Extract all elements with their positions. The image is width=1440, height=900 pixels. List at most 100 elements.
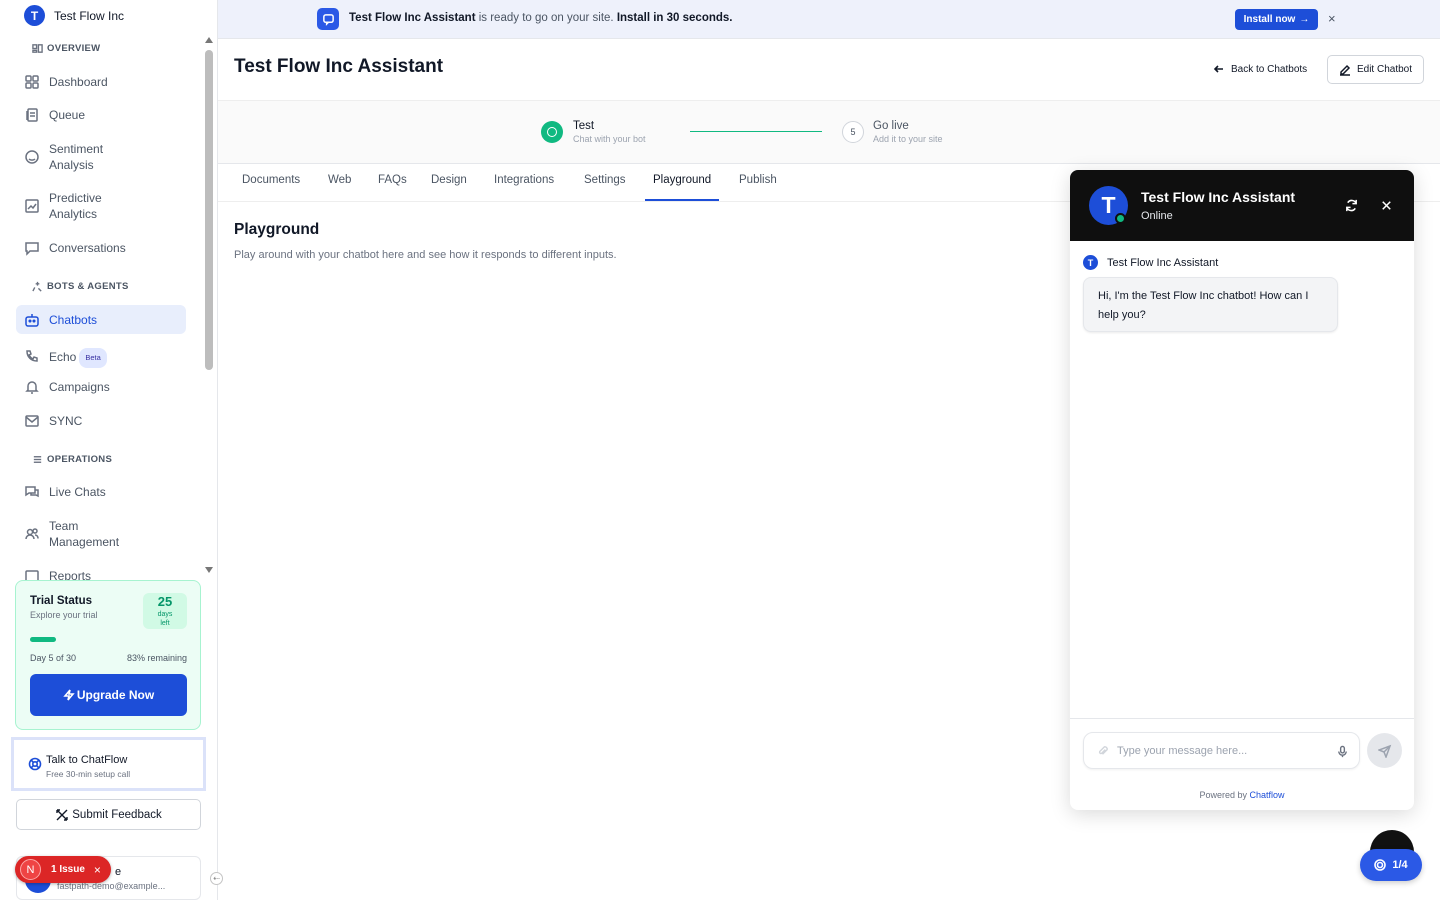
powered-by-brand[interactable]: Chatflow	[1250, 790, 1285, 800]
trial-progress-fill	[30, 637, 57, 642]
sidebar-item-echo[interactable]: Echo Beta	[16, 345, 186, 368]
playground-title: Playground	[234, 221, 320, 238]
sidebar-item-team-management[interactable]: Team Management	[16, 518, 186, 550]
trial-title: Trial Status	[30, 595, 92, 607]
message-input[interactable]	[1117, 742, 1327, 760]
banner-close-icon[interactable]: ×	[1328, 11, 1336, 26]
sparkle-icon	[32, 281, 42, 292]
section-overview: OVERVIEW	[32, 43, 100, 54]
message-input-box	[1083, 732, 1360, 769]
upgrade-button[interactable]: Upgrade Now	[30, 674, 187, 716]
sidebar-item-label: Queue	[49, 108, 86, 122]
scroll-thumb[interactable]	[205, 50, 213, 370]
sidebar-item-label: Predictive Analytics	[49, 191, 102, 221]
close-icon[interactable]	[1379, 198, 1394, 213]
sidebar-item-label: Dashboard	[49, 75, 108, 89]
queue-icon	[26, 108, 38, 122]
org-name: Test Flow Inc	[54, 8, 125, 23]
step-go-live-title: Go live	[873, 120, 909, 132]
banner-message: Test Flow Inc Assistant is ready to go o…	[349, 12, 733, 24]
trial-progress-bar	[30, 637, 187, 642]
sidebar-item-campaigns[interactable]: Campaigns	[16, 379, 186, 395]
edit-icon	[1339, 64, 1351, 76]
step-complete-icon	[541, 121, 563, 143]
chat-header: T Test Flow Inc Assistant Online	[1070, 170, 1414, 241]
bot-mini-avatar: T	[1083, 255, 1098, 270]
online-indicator	[1115, 213, 1126, 224]
attachment-icon[interactable]	[1096, 745, 1109, 758]
dashboard-icon	[25, 75, 39, 89]
tab-design[interactable]: Design	[423, 164, 475, 201]
issue-initial: N	[20, 859, 41, 880]
sentiment-icon	[25, 150, 39, 164]
sidebar-item-label: Chatbots	[49, 312, 98, 327]
tab-settings[interactable]: Settings	[576, 164, 634, 201]
send-button[interactable]	[1367, 733, 1402, 768]
bot-label: Test Flow Inc Assistant	[1107, 256, 1219, 269]
lightning-icon	[63, 689, 75, 701]
collapse-sidebar-icon[interactable]: ⇠	[210, 872, 223, 885]
bot-message-bubble: Hi, I'm the Test Flow Inc chatbot! How c…	[1083, 277, 1338, 332]
mail-icon	[25, 415, 39, 427]
tab-web[interactable]: Web	[320, 164, 359, 201]
refresh-icon[interactable]	[1344, 198, 1359, 213]
sidebar-item-sentiment-analysis[interactable]: Sentiment Analysis	[16, 141, 186, 173]
scroll-up-arrow[interactable]	[205, 37, 213, 43]
sidebar-item-label: Team Management	[49, 519, 120, 549]
playground-description: Play around with your chatbot here and s…	[234, 249, 617, 261]
org-switcher[interactable]: T Test Flow Inc	[24, 5, 124, 26]
sidebar-nav: OVERVIEW Dashboard Queue Sentiment Analys…	[0, 36, 202, 582]
trial-subtitle: Explore your trial	[30, 610, 98, 620]
edit-chatbot-button[interactable]: Edit Chatbot	[1327, 55, 1424, 84]
install-now-button[interactable]: Install now →	[1235, 9, 1318, 30]
section-bots-agents: BOTS & AGENTS	[32, 281, 129, 292]
issue-close-icon[interactable]: ×	[94, 863, 101, 877]
target-icon	[1374, 859, 1387, 871]
sidebar-item-predictive-analytics[interactable]: Predictive Analytics	[16, 190, 186, 222]
tab-integrations[interactable]: Integrations	[486, 164, 562, 201]
sidebar-item-label: Conversations	[49, 241, 126, 255]
chat-divider	[1070, 718, 1414, 719]
sidebar-item-dashboard[interactable]: Dashboard	[16, 74, 186, 90]
bell-icon	[25, 381, 39, 394]
sidebar-item-label: SYNC	[49, 414, 83, 428]
step-number: 5	[842, 121, 864, 143]
arrow-right-icon: →	[1299, 14, 1310, 25]
scroll-down-arrow[interactable]	[205, 567, 213, 573]
sidebar-item-label: Sentiment Analysis	[49, 142, 104, 172]
talk-subtitle: Free 30-min setup call	[46, 769, 131, 779]
tab-playground[interactable]: Playground	[645, 164, 720, 201]
sidebar-item-label: Echo	[49, 349, 77, 364]
chat-bot-name: Test Flow Inc Assistant	[1141, 189, 1296, 205]
issue-badge[interactable]: N 1 Issue ×	[15, 856, 111, 883]
back-to-chatbots-link[interactable]: Back to Chatbots	[1213, 63, 1307, 75]
submit-feedback-button[interactable]: Submit Feedback	[16, 799, 201, 830]
tab-faqs[interactable]: FAQs	[370, 164, 415, 201]
overview-icon	[32, 44, 43, 53]
tools-icon	[56, 808, 68, 821]
sidebar-item-sync[interactable]: SYNC	[16, 413, 186, 429]
tab-documents[interactable]: Documents	[234, 164, 308, 201]
tour-pager-button[interactable]: 1/4	[1360, 849, 1422, 881]
talk-to-chatflow-card[interactable]: Talk to ChatFlow Free 30-min setup call	[11, 737, 206, 791]
trial-day-text: Day 5 of 30	[30, 653, 77, 663]
list-icon	[33, 456, 42, 463]
page-title: Test Flow Inc Assistant	[234, 56, 444, 77]
setup-stepper: Test Chat with your bot 5 Go live Add it…	[218, 100, 1440, 164]
user-name: e	[115, 866, 122, 878]
beta-badge: Beta	[79, 348, 107, 368]
step-connector	[690, 131, 822, 132]
sidebar-item-conversations[interactable]: Conversations	[16, 240, 186, 256]
sidebar-item-live-chats[interactable]: Live Chats	[16, 484, 186, 500]
sidebar-scrollbar[interactable]	[202, 36, 216, 578]
step-test-subtitle: Chat with your bot	[573, 134, 646, 144]
sidebar-item-chatbots[interactable]: Chatbots	[16, 305, 186, 334]
trial-status-card: Trial Status Explore your trial 25 days …	[15, 580, 201, 730]
sidebar: T Test Flow Inc OVERVIEW Dashboard Queue…	[0, 0, 218, 900]
chat-bubbles-icon	[25, 486, 39, 498]
sidebar-item-queue[interactable]: Queue	[16, 107, 186, 123]
tab-publish[interactable]: Publish	[731, 164, 785, 201]
org-avatar: T	[24, 5, 45, 26]
days-left-badge: 25 days left	[143, 593, 187, 629]
microphone-icon[interactable]	[1336, 745, 1349, 758]
